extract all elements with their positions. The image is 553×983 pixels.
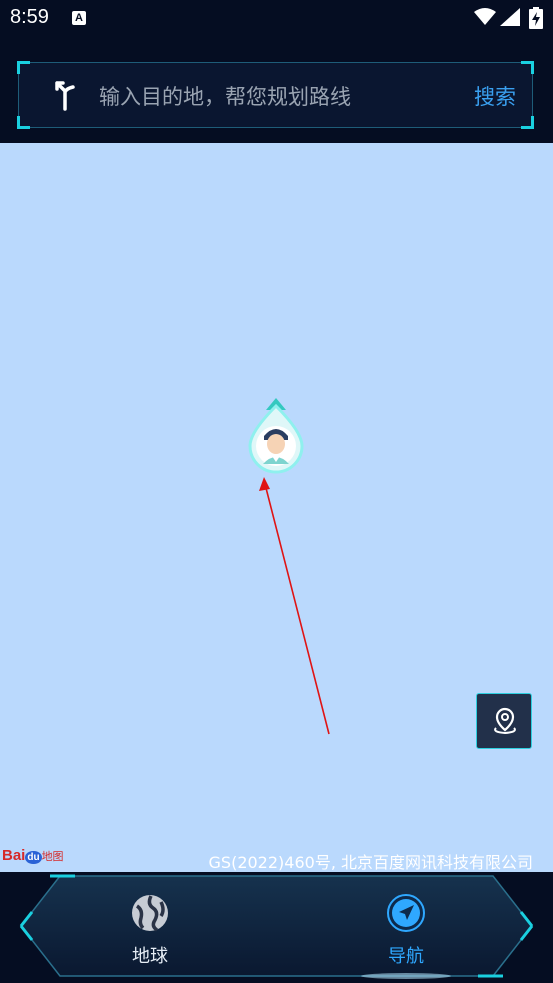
tab-earth-label: 地球 xyxy=(132,946,168,967)
corner-decoration xyxy=(17,116,30,129)
corner-decoration xyxy=(521,116,534,129)
wifi-icon xyxy=(474,8,496,25)
baidu-logo-du: du xyxy=(25,851,42,864)
search-input[interactable]: 输入目的地，帮您规划路线 xyxy=(99,81,351,111)
map-view[interactable]: Bai du 地图 GS(2022)460号, 北京百度网讯科技有限公司 xyxy=(0,143,553,872)
header: 输入目的地，帮您规划路线 搜索 xyxy=(0,38,553,143)
baidu-logo-bai: Bai xyxy=(2,847,26,864)
direction-arrow xyxy=(259,477,330,735)
baidu-logo-map-word: 地图 xyxy=(41,851,64,863)
bottom-nav: 地球 导航 xyxy=(0,872,553,983)
search-button[interactable]: 搜索 xyxy=(474,81,516,111)
search-bar[interactable]: 输入目的地，帮您规划路线 搜索 xyxy=(17,61,534,129)
tab-earth[interactable]: 地球 xyxy=(110,894,190,968)
map-pin-icon xyxy=(494,707,516,735)
corner-decoration xyxy=(17,61,30,74)
tab-navigation-label: 导航 xyxy=(388,946,424,967)
corner-decoration xyxy=(521,61,534,74)
status-clock: 8:59 xyxy=(10,6,49,28)
battery-charging-icon xyxy=(529,7,543,29)
nav-frame xyxy=(19,874,534,979)
user-location-pin[interactable] xyxy=(246,398,308,480)
map-copyright: GS(2022)460号, 北京百度网讯科技有限公司 xyxy=(208,853,533,872)
baidu-map-logo: Bai du 地图 xyxy=(2,847,64,864)
globe-icon xyxy=(132,895,168,932)
route-fork-icon xyxy=(55,81,75,111)
status-bar: 8:59 A xyxy=(0,0,553,38)
signal-icon xyxy=(500,8,520,26)
navigation-icon xyxy=(387,894,425,932)
notification-a-icon: A xyxy=(72,11,86,25)
locate-me-button[interactable] xyxy=(476,693,532,749)
tab-navigation[interactable]: 导航 xyxy=(366,894,446,968)
